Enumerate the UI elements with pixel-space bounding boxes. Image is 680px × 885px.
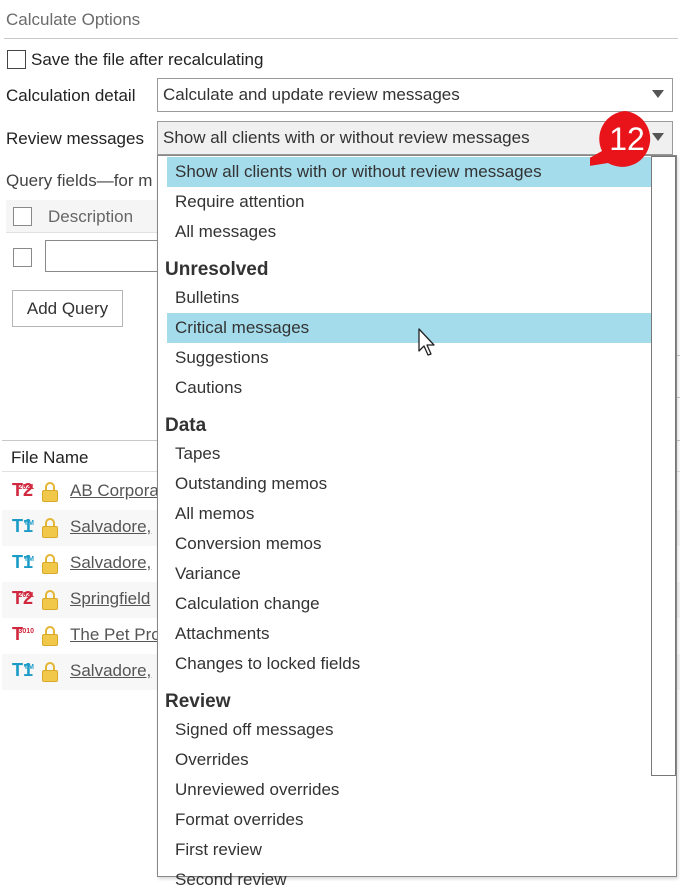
- option-signed-off-messages[interactable]: Signed off messages: [175, 720, 333, 740]
- file-name-link[interactable]: Salvadore,: [70, 517, 151, 537]
- calculation-detail-value: Calculate and update review messages: [163, 85, 460, 104]
- option-first-review[interactable]: First review: [175, 840, 262, 860]
- lock-icon: [42, 590, 58, 610]
- t1-return-icon: T1 TM: [12, 552, 34, 572]
- t3010-return-icon: T 3010: [12, 624, 34, 644]
- option-unreviewed-overrides[interactable]: Unreviewed overrides: [175, 780, 339, 800]
- calculation-detail-label: Calculation detail: [6, 86, 136, 105]
- file-name-link[interactable]: Salvadore,: [70, 661, 151, 681]
- section-title: Calculate Options: [6, 10, 141, 29]
- lock-icon: [42, 554, 58, 574]
- option-overrides[interactable]: Overrides: [175, 750, 249, 770]
- option-bulletins[interactable]: Bulletins: [175, 288, 239, 308]
- file-name-link[interactable]: AB Corpora: [70, 481, 159, 501]
- group-header-data: Data: [165, 415, 207, 436]
- file-name-column-header[interactable]: File Name: [11, 448, 88, 468]
- description-column-header: Description: [48, 207, 134, 226]
- option-cautions[interactable]: Cautions: [175, 378, 242, 398]
- option-changes-to-locked-fields[interactable]: Changes to locked fields: [175, 654, 360, 674]
- option-all-memos[interactable]: All memos: [175, 504, 254, 524]
- query-row-checkbox[interactable]: [13, 248, 32, 267]
- review-messages-value: Show all clients with or without review …: [163, 128, 530, 147]
- group-header-review: Review: [165, 691, 231, 712]
- t2-return-icon: T2 2021: [12, 480, 34, 500]
- option-outstanding-memos[interactable]: Outstanding memos: [175, 474, 327, 494]
- query-grid-header: Description: [6, 200, 166, 233]
- dropdown-scrollbar[interactable]: [651, 156, 676, 776]
- option-attachments[interactable]: Attachments: [175, 624, 270, 644]
- option-variance[interactable]: Variance: [175, 564, 241, 584]
- option-all-messages[interactable]: All messages: [175, 222, 276, 242]
- t1-return-icon: T1 TM: [12, 516, 34, 536]
- review-messages-label: Review messages: [6, 129, 144, 148]
- option-suggestions[interactable]: Suggestions: [175, 348, 269, 368]
- lock-icon: [42, 482, 58, 502]
- option-show-all-clients[interactable]: Show all clients with or without review …: [175, 162, 542, 182]
- t1-return-icon: T1 TM: [12, 660, 34, 680]
- option-calculation-change[interactable]: Calculation change: [175, 594, 320, 614]
- file-name-link[interactable]: The Pet Pro: [70, 625, 161, 645]
- option-second-review[interactable]: Second review: [175, 870, 287, 885]
- t2-return-icon: T2 2021: [12, 588, 34, 608]
- lock-icon: [42, 518, 58, 538]
- file-name-link[interactable]: Salvadore,: [70, 553, 151, 573]
- lock-icon: [42, 626, 58, 646]
- query-description-input[interactable]: [45, 240, 175, 272]
- step-number: 12: [609, 121, 645, 157]
- mouse-cursor-icon: [418, 328, 435, 356]
- add-query-button[interactable]: Add Query: [12, 290, 123, 327]
- option-critical-messages[interactable]: Critical messages: [175, 318, 309, 338]
- option-format-overrides[interactable]: Format overrides: [175, 810, 303, 830]
- option-tapes[interactable]: Tapes: [175, 444, 220, 464]
- lock-icon: [42, 662, 58, 682]
- section-divider: [4, 38, 678, 39]
- select-all-checkbox[interactable]: [13, 207, 32, 226]
- group-header-unresolved: Unresolved: [165, 259, 269, 280]
- save-file-checkbox[interactable]: [7, 50, 26, 69]
- file-name-link[interactable]: Springfield: [70, 589, 150, 609]
- chevron-down-icon: [652, 90, 664, 98]
- option-require-attention[interactable]: Require attention: [175, 192, 304, 212]
- query-fields-label: Query fields—for m: [6, 171, 153, 190]
- option-conversion-memos[interactable]: Conversion memos: [175, 534, 321, 554]
- save-file-label: Save the file after recalculating: [31, 50, 264, 69]
